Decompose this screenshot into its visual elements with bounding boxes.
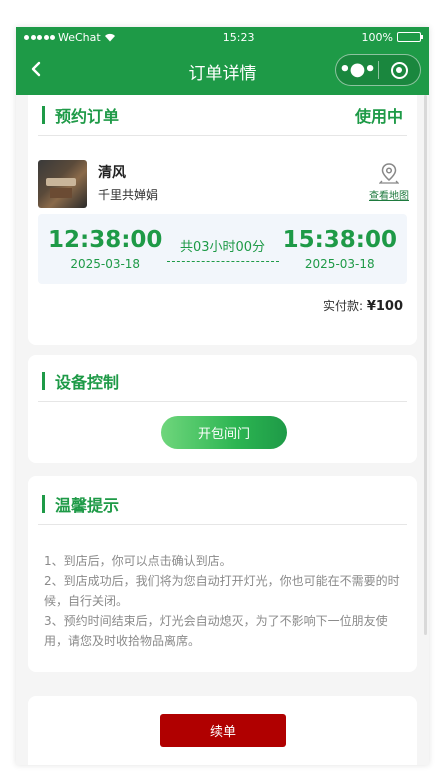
end-block: 15:38:00 2025-03-18 <box>283 227 397 271</box>
device-section-title: 设备控制 <box>42 369 119 393</box>
map-pin-icon <box>379 163 399 184</box>
status-bar: WeChat 15:23 100% <box>16 27 429 47</box>
signal-icon <box>24 34 55 40</box>
paid-amount: ¥100 <box>366 299 403 314</box>
duration-text: 共03小时00分 <box>179 240 266 255</box>
status-left: WeChat <box>24 31 116 44</box>
view-map-link[interactable]: 查看地图 <box>369 162 409 202</box>
wifi-icon <box>104 33 115 41</box>
status-right: 100% <box>361 30 423 44</box>
title-accent-bar <box>42 372 45 390</box>
time-range-box: 12:38:00 2025-03-18 共03小时00分 15:38:00 20… <box>38 214 407 284</box>
duration-dashed-line <box>166 261 279 262</box>
device-header: 设备控制 <box>28 361 417 401</box>
start-block: 12:38:00 2025-03-18 <box>48 227 162 271</box>
scrollbar[interactable] <box>424 95 427 635</box>
tips-section-title: 温馨提示 <box>42 492 119 516</box>
tips-header: 温馨提示 <box>28 484 417 524</box>
battery-icon <box>397 32 423 42</box>
clock: 15:23 <box>222 30 255 44</box>
title-accent-bar <box>42 495 45 513</box>
footer-bar: 续单 <box>28 696 417 765</box>
view-map-label: 查看地图 <box>369 191 409 202</box>
more-dots-icon[interactable]: •●• <box>336 55 378 85</box>
start-date: 2025-03-18 <box>70 257 141 271</box>
tip-item: 2、到店成功后，我们将为您自动打开灯光，你也可能在不需要的时候，自行关闭。 <box>44 574 400 608</box>
order-card: 预约订单 使用中 清风 千里共婵娟 查看地图 12:38:00 2025-03-… <box>28 95 417 345</box>
store-thumbnail <box>38 160 87 208</box>
store-row: 清风 千里共婵娟 查看地图 <box>28 136 417 214</box>
order-status-badge: 使用中 <box>354 107 403 126</box>
device-control-card: 设备控制 开包间门 <box>28 355 417 463</box>
start-time: 12:38:00 <box>48 227 163 253</box>
renew-order-button[interactable]: 续单 <box>160 714 286 747</box>
end-date: 2025-03-18 <box>304 257 375 271</box>
battery-percent: 100% <box>361 30 393 44</box>
carrier-label: WeChat <box>58 30 101 44</box>
open-room-door-button[interactable]: 开包间门 <box>161 416 287 449</box>
paid-amount-row: 实付款: ¥100 <box>28 284 417 314</box>
tip-item: 1、到店后，你可以点击确认到店。 <box>44 554 232 568</box>
title-accent-bar <box>42 106 45 124</box>
device-title-text: 设备控制 <box>55 373 120 392</box>
end-time: 15:38:00 <box>282 227 397 253</box>
divider <box>38 401 407 402</box>
tips-list: 1、到店后，你可以点击确认到店。 2、到店成功后，我们将为您自动打开灯光，你也可… <box>28 525 417 651</box>
phone-screen: WeChat 15:23 100% 订单详情 •●• 预约订单 使用中 清风 千… <box>16 27 429 765</box>
store-info: 清风 千里共婵娟 <box>98 160 158 203</box>
tip-item: 3、预约时间结束后，灯光会自动熄灭，为了不影响下一位朋友使用，请您及时收拾物品离… <box>44 614 388 648</box>
nav-bar: 订单详情 •●• <box>16 47 429 95</box>
order-title-text: 预约订单 <box>55 107 120 126</box>
paid-label: 实付款: <box>322 299 363 313</box>
store-address: 千里共婵娟 <box>98 188 159 202</box>
target-close-icon[interactable] <box>379 61 420 79</box>
duration-block: 共03小时00分 <box>166 236 279 262</box>
page-title: 订单详情 <box>188 63 257 84</box>
store-name: 清风 <box>98 165 126 181</box>
order-section-title: 预约订单 <box>42 103 119 127</box>
back-icon[interactable] <box>30 60 42 81</box>
order-header: 预约订单 使用中 <box>28 95 417 135</box>
tips-title-text: 温馨提示 <box>55 496 120 515</box>
mini-program-capsule: •●• <box>335 54 421 86</box>
tips-card: 温馨提示 1、到店后，你可以点击确认到店。 2、到店成功后，我们将为您自动打开灯… <box>28 476 417 672</box>
